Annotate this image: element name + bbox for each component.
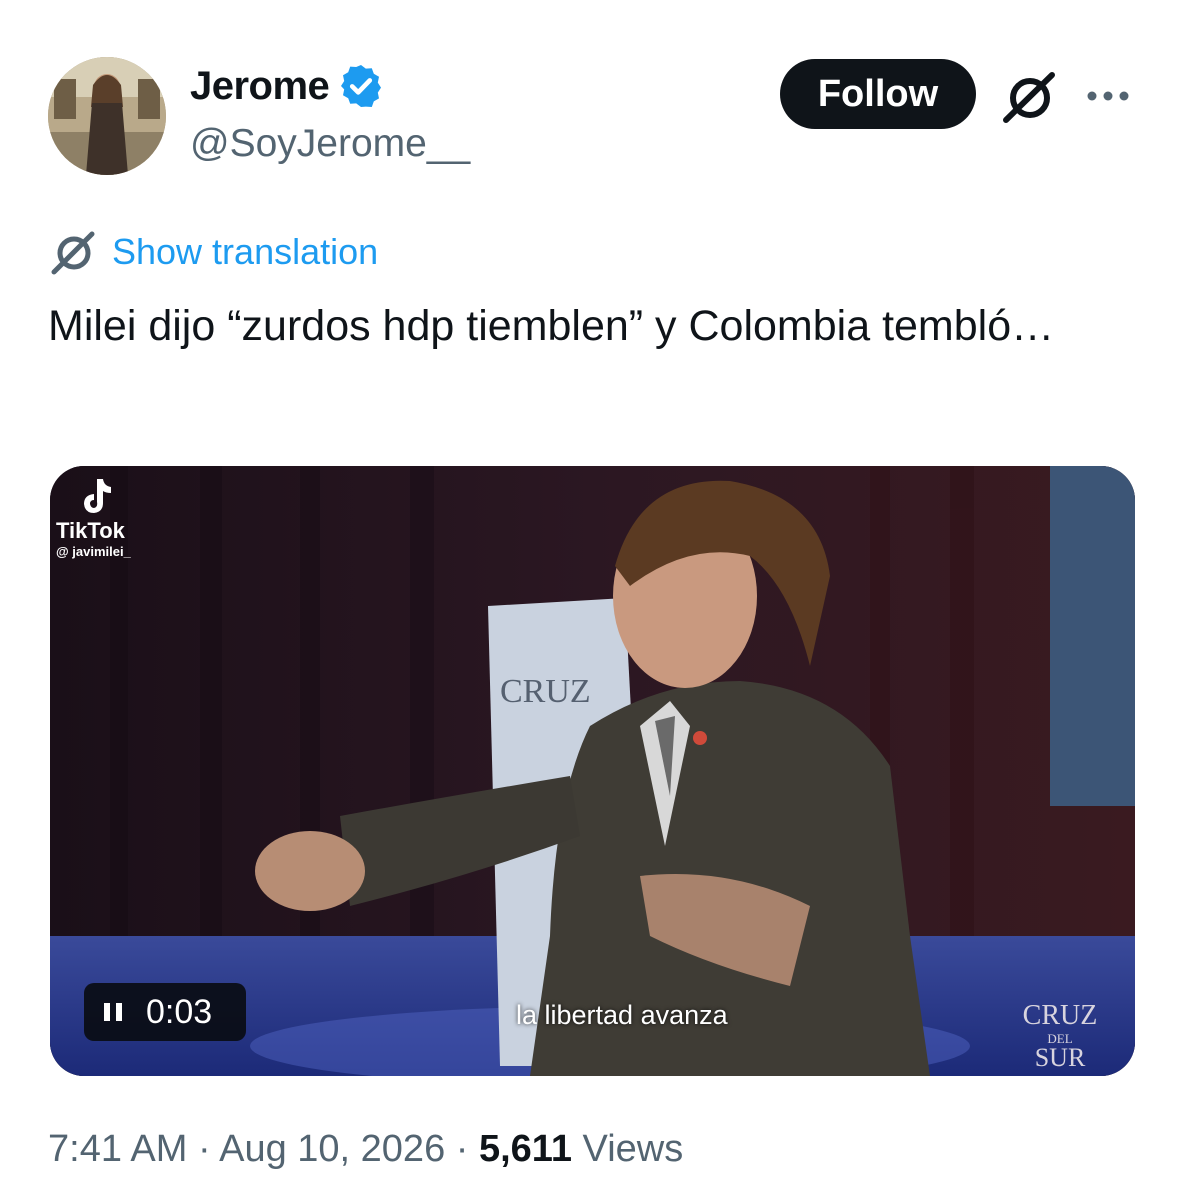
tweet-text: Milei dijo “zurdos hdp tiemblen” y Colom… bbox=[48, 302, 1055, 350]
podium-text: CRUZ bbox=[500, 673, 591, 710]
tweet-date[interactable]: Aug 10, 2026 bbox=[219, 1128, 445, 1170]
video-subtitle: la libertad avanza bbox=[516, 1000, 728, 1030]
show-translation-link[interactable]: Show translation bbox=[112, 231, 378, 273]
author-name-row: Jerome bbox=[190, 62, 385, 110]
tiktok-username: @ javimilei_ bbox=[56, 544, 131, 559]
avatar-photo bbox=[48, 57, 166, 175]
cruz-del-sur-logo: CRUZ DEL SUR bbox=[1015, 1002, 1105, 1071]
translation-row: Show translation bbox=[48, 228, 378, 276]
author-avatar[interactable] bbox=[48, 57, 166, 175]
playback-control[interactable]: 0:03 bbox=[84, 983, 246, 1041]
brand-line-1: CRUZ bbox=[1022, 1000, 1098, 1031]
author-name[interactable]: Jerome bbox=[190, 64, 330, 109]
playback-time: 0:03 bbox=[146, 992, 213, 1031]
translate-slashed-circle-icon bbox=[51, 231, 95, 275]
view-count: 5,611 bbox=[478, 1128, 572, 1170]
tiktok-watermark: TikTok @ javimilei_ bbox=[56, 476, 196, 559]
slashed-circle-icon[interactable] bbox=[1000, 70, 1060, 124]
more-dots-icon[interactable] bbox=[1083, 78, 1133, 114]
author-handle[interactable]: @SoyJerome__ bbox=[190, 122, 470, 166]
meta-separator-1: · bbox=[197, 1128, 211, 1170]
verified-badge-icon bbox=[341, 65, 382, 107]
video-player[interactable]: CRUZ TikTok @ javimilei_ 0:03 la liberta… bbox=[50, 466, 1135, 1076]
meta-separator-2: · bbox=[455, 1128, 469, 1170]
pause-icon[interactable] bbox=[102, 1000, 124, 1024]
follow-button[interactable]: Follow bbox=[780, 59, 976, 129]
views-label: Views bbox=[582, 1128, 684, 1170]
tweet-time[interactable]: 7:41 AM bbox=[48, 1128, 187, 1170]
tiktok-app-name: TikTok bbox=[56, 518, 125, 543]
tiktok-logo-icon bbox=[84, 479, 111, 513]
tweet-meta: 7:41 AM · Aug 10, 2026 · 5,611 Views bbox=[48, 1128, 683, 1171]
brand-line-3: SUR bbox=[1034, 1043, 1086, 1072]
